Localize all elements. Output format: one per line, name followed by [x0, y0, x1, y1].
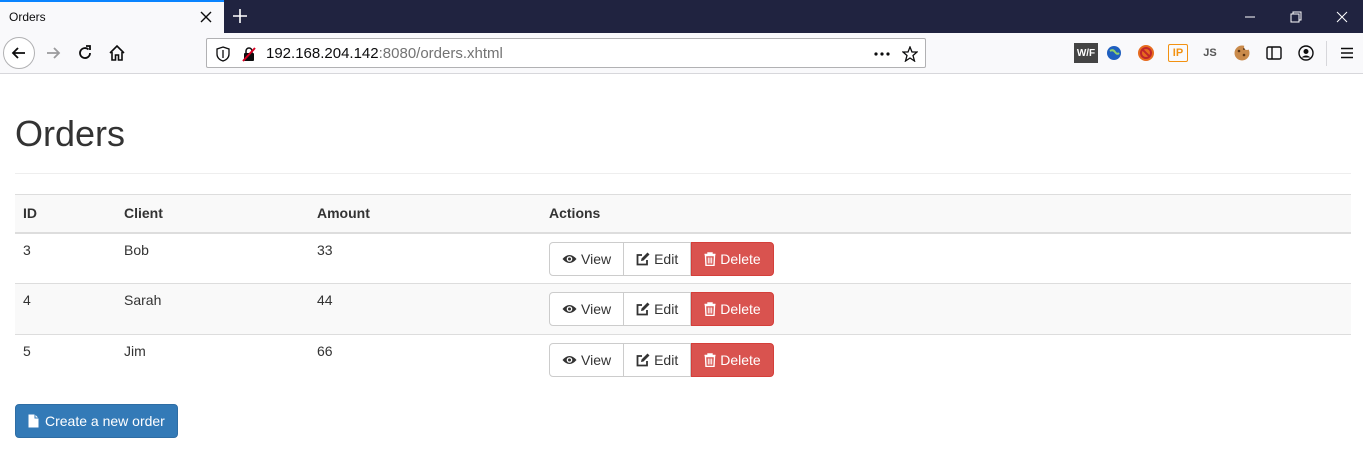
- ip-extension-label: IP: [1172, 47, 1184, 59]
- header-actions: Actions: [541, 194, 1351, 234]
- insecure-lock-icon[interactable]: [241, 46, 257, 62]
- globe-extension-icon[interactable]: [1104, 43, 1124, 63]
- edit-label: Edit: [654, 250, 679, 267]
- delete-button[interactable]: Delete: [691, 343, 774, 377]
- cell-actions: View Edit Delete: [541, 283, 1351, 335]
- table-row: 5 Jim 66 View Edit Delete: [15, 334, 1351, 386]
- edit-label: Edit: [654, 352, 679, 368]
- back-icon[interactable]: [3, 37, 35, 69]
- table-row: 4 Sarah 44 View Edit Delete: [15, 283, 1351, 335]
- edit-button[interactable]: Edit: [624, 343, 692, 377]
- view-button[interactable]: View: [549, 241, 625, 276]
- cell-client: Sarah: [116, 283, 309, 335]
- new-tab-icon[interactable]: [231, 7, 249, 25]
- title-divider: [15, 173, 1351, 174]
- edit-button[interactable]: Edit: [624, 292, 692, 326]
- browser-tab-bar: Orders: [0, 0, 1363, 33]
- edit-icon: [636, 302, 650, 316]
- delete-button[interactable]: Delete: [691, 292, 774, 326]
- page-title: Orders: [15, 113, 126, 154]
- cell-id: 4: [15, 283, 116, 335]
- delete-label: Delete: [720, 301, 761, 317]
- file-icon: [28, 414, 39, 428]
- cell-client: Jim: [116, 334, 309, 386]
- cell-id: 3: [15, 232, 116, 284]
- page-actions-icon[interactable]: [874, 46, 890, 62]
- eye-icon: [562, 356, 577, 364]
- menu-icon[interactable]: [1337, 43, 1357, 63]
- view-label: View: [581, 301, 612, 317]
- blocker-extension-icon[interactable]: [1136, 43, 1156, 63]
- cell-amount: 33: [309, 232, 541, 284]
- eye-icon: [562, 254, 577, 263]
- header-id: ID: [15, 194, 116, 234]
- edit-icon: [636, 252, 650, 265]
- edit-icon: [636, 353, 650, 367]
- trash-icon: [704, 353, 716, 367]
- wf-extension-label: W/F: [1076, 47, 1096, 59]
- edit-label: Edit: [654, 301, 679, 317]
- cell-id: 5: [15, 334, 116, 386]
- wf-extension-icon[interactable]: W/F: [1074, 43, 1098, 63]
- reload-icon[interactable]: [69, 37, 101, 69]
- cell-amount: 66: [309, 334, 541, 386]
- tab-title: Orders: [9, 10, 46, 24]
- view-label: View: [581, 352, 612, 368]
- forward-icon[interactable]: [37, 37, 69, 69]
- view-button[interactable]: View: [549, 343, 625, 377]
- tracking-shield-icon[interactable]: [215, 46, 231, 62]
- create-order-label: Create a new order: [45, 413, 165, 429]
- cell-actions: View Edit Delete: [541, 334, 1351, 386]
- row-actions: View Edit Delete: [549, 343, 774, 377]
- delete-label: Delete: [720, 352, 761, 368]
- bookmark-star-icon[interactable]: [902, 46, 918, 62]
- ip-extension-icon[interactable]: IP: [1168, 44, 1188, 62]
- table-header-row: ID Client Amount Actions: [15, 194, 1351, 234]
- trash-icon: [704, 251, 716, 266]
- close-window-icon[interactable]: [1319, 0, 1363, 33]
- home-icon[interactable]: [101, 37, 133, 69]
- delete-label: Delete: [720, 250, 761, 267]
- browser-tab[interactable]: Orders: [0, 0, 224, 33]
- view-label: View: [581, 250, 612, 267]
- cell-actions: View Edit Delete: [541, 232, 1351, 284]
- row-actions: View Edit Delete: [549, 292, 774, 326]
- url-text: 192.168.204.142:8080/orders.xhtml: [266, 45, 503, 62]
- row-actions: View Edit Delete: [549, 241, 774, 276]
- header-amount: Amount: [309, 194, 541, 234]
- navigation-toolbar: 192.168.204.142:8080/orders.xhtml W/F IP…: [0, 33, 1363, 74]
- address-bar[interactable]: 192.168.204.142:8080/orders.xhtml: [206, 38, 926, 68]
- trash-icon: [704, 302, 716, 316]
- toolbar-separator: [1326, 41, 1327, 66]
- js-extension-icon[interactable]: JS: [1200, 43, 1220, 63]
- header-client: Client: [116, 194, 309, 234]
- delete-button[interactable]: Delete: [691, 241, 774, 276]
- tab-close-icon[interactable]: [199, 10, 213, 24]
- url-path: :8080/orders.xhtml: [378, 45, 503, 62]
- account-icon[interactable]: [1296, 43, 1316, 63]
- cell-client: Bob: [116, 232, 309, 284]
- sidebar-icon[interactable]: [1264, 43, 1284, 63]
- view-button[interactable]: View: [549, 292, 625, 326]
- eye-icon: [562, 305, 577, 313]
- restore-icon[interactable]: [1273, 0, 1319, 33]
- edit-button[interactable]: Edit: [624, 241, 692, 276]
- cell-amount: 44: [309, 283, 541, 335]
- js-extension-label: JS: [1203, 47, 1217, 59]
- create-order-button[interactable]: Create a new order: [15, 404, 178, 438]
- minimize-icon[interactable]: [1227, 0, 1273, 33]
- url-host: 192.168.204.142: [266, 45, 379, 62]
- table-row: 3 Bob 33 View Edit Delete: [15, 232, 1351, 284]
- orders-table: ID Client Amount Actions 3 Bob 33 View E…: [15, 194, 1351, 386]
- cookie-extension-icon[interactable]: [1232, 43, 1252, 63]
